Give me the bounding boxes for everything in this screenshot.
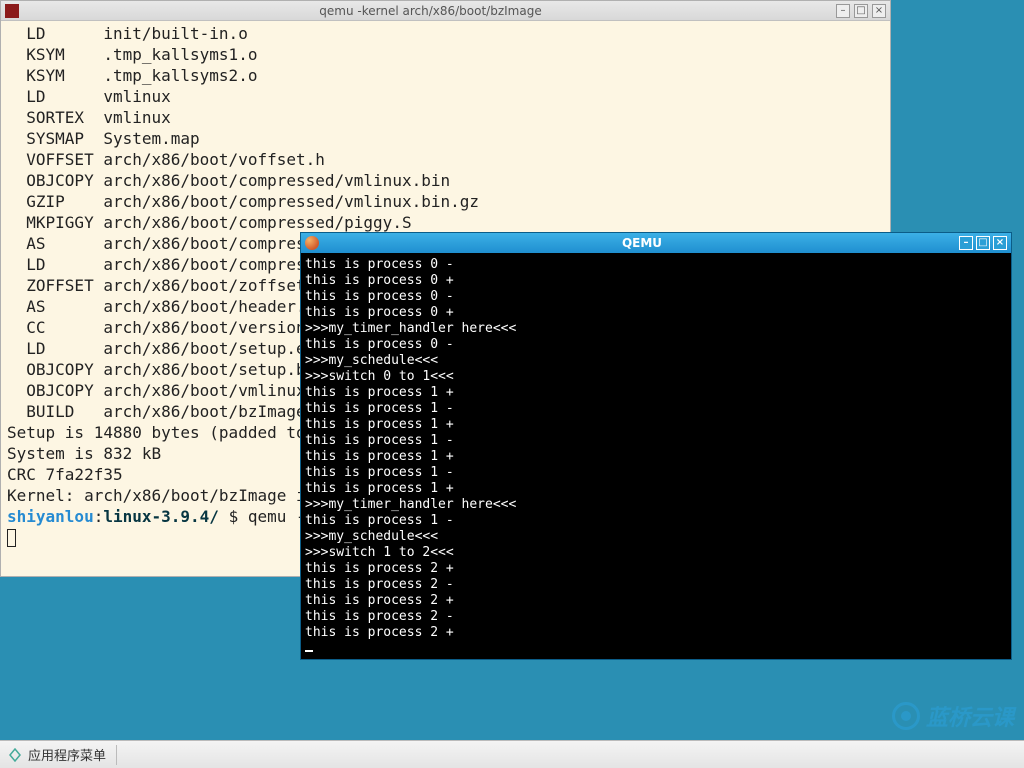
terminal-titlebar[interactable]: qemu -kernel arch/x86/boot/bzImage – □ × (1, 1, 890, 21)
maximize-button[interactable]: □ (976, 236, 990, 250)
watermark-text: 蓝桥云课 (926, 700, 1014, 732)
taskbar-separator (116, 745, 117, 765)
minimize-button[interactable]: – (959, 236, 973, 250)
qemu-app-icon (305, 236, 319, 250)
qemu-titlebar[interactable]: QEMU – □ × (301, 233, 1011, 253)
minimize-button[interactable]: – (836, 4, 850, 18)
watermark-logo-icon (892, 702, 920, 730)
qemu-title: QEMU (325, 236, 959, 250)
app-menu-icon[interactable] (8, 748, 22, 762)
qemu-window[interactable]: QEMU – □ × this is process 0 - this is p… (300, 232, 1012, 660)
terminal-title: qemu -kernel arch/x86/boot/bzImage (25, 4, 836, 18)
qemu-body[interactable]: this is process 0 - this is process 0 + … (301, 253, 1011, 659)
terminal-cursor (7, 529, 16, 547)
maximize-button[interactable]: □ (854, 4, 868, 18)
qemu-cursor (305, 650, 313, 652)
close-button[interactable]: × (993, 236, 1007, 250)
app-menu-label[interactable]: 应用程序菜单 (28, 745, 106, 764)
terminal-app-icon (5, 4, 19, 18)
close-button[interactable]: × (872, 4, 886, 18)
watermark: 蓝桥云课 (892, 700, 1014, 732)
taskbar[interactable]: 应用程序菜单 (0, 740, 1024, 768)
